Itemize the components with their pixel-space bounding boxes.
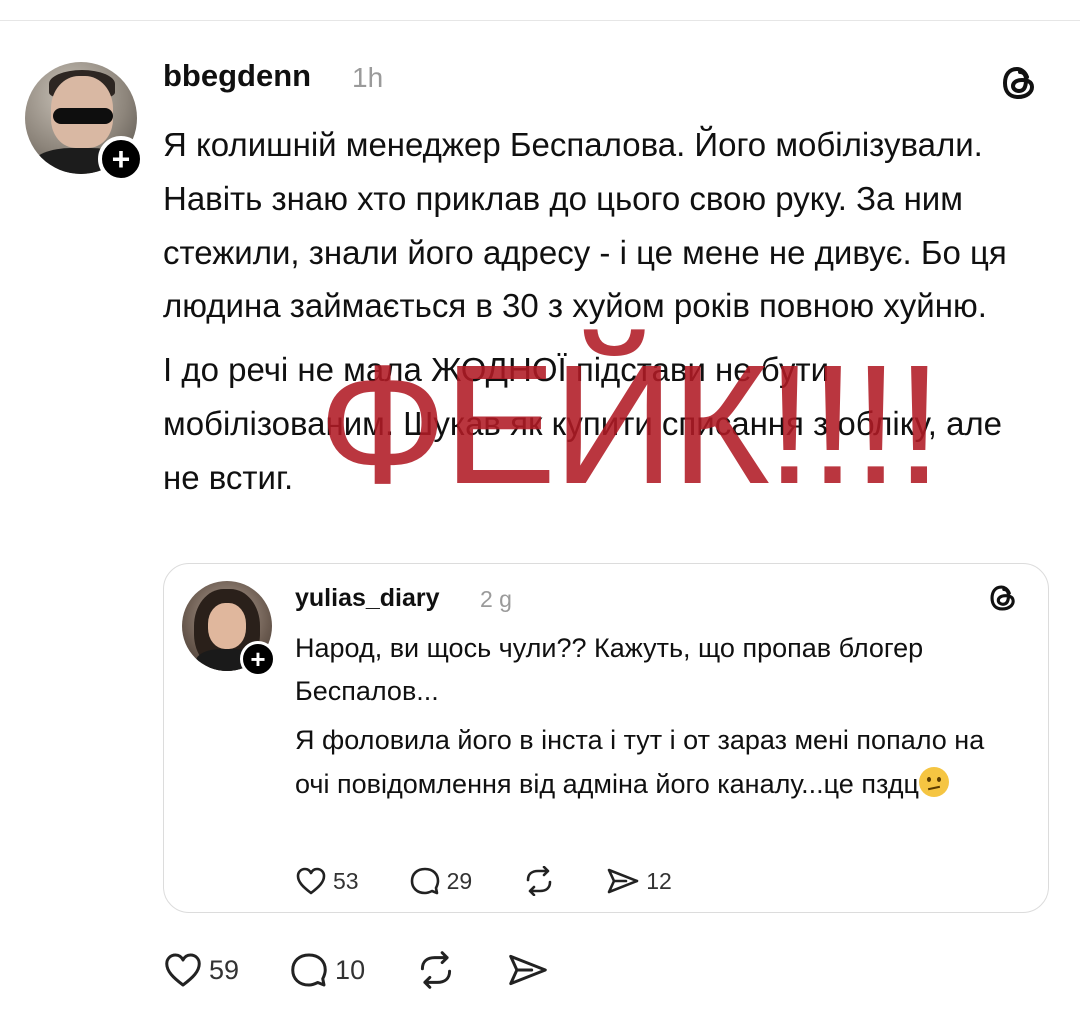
quoted-paragraph: Народ, ви щось чули?? Кажуть, що пропав … bbox=[295, 633, 924, 707]
quoted-share-button[interactable]: 12 bbox=[606, 866, 672, 896]
post-paragraph: Я колишній менеджер Беспалова. Його мобі… bbox=[163, 126, 1007, 325]
quoted-share-count: 12 bbox=[646, 867, 672, 894]
comment-button[interactable]: 10 bbox=[289, 951, 365, 989]
post-username[interactable]: bbegdenn bbox=[163, 58, 311, 94]
quoted-post-body: Народ, ви щось чули?? Кажуть, що пропав … bbox=[295, 627, 1015, 812]
quoted-like-button[interactable]: 53 bbox=[295, 866, 359, 896]
quoted-repost-button[interactable] bbox=[522, 866, 556, 896]
heart-icon bbox=[165, 953, 201, 987]
comment-bubble-icon bbox=[410, 867, 439, 895]
share-button[interactable] bbox=[507, 951, 549, 989]
quoted-like-count: 53 bbox=[333, 867, 359, 894]
quoted-action-bar: 53 29 12 bbox=[295, 866, 722, 896]
quoted-threads-logo-icon[interactable] bbox=[985, 580, 1021, 616]
send-icon bbox=[509, 954, 547, 986]
confused-face-emoji-icon bbox=[918, 766, 949, 797]
quoted-comment-count: 29 bbox=[446, 867, 473, 894]
quoted-author-avatar[interactable]: + bbox=[182, 581, 276, 677]
threads-logo-icon[interactable] bbox=[996, 60, 1042, 106]
quoted-follow-plus-icon[interactable]: + bbox=[240, 641, 276, 677]
send-icon bbox=[607, 868, 639, 894]
post-timestamp: 1h bbox=[352, 62, 384, 93]
heart-icon bbox=[296, 867, 326, 895]
quoted-paragraph: Я фоловила його в інста і тут і от зараз… bbox=[295, 719, 1015, 805]
repost-button[interactable] bbox=[415, 951, 457, 989]
follow-plus-icon[interactable]: + bbox=[98, 136, 144, 182]
repost-icon bbox=[421, 951, 452, 989]
like-count: 59 bbox=[209, 954, 240, 985]
quoted-comment-button[interactable]: 29 bbox=[409, 866, 473, 896]
quoted-timestamp: 2 g bbox=[480, 586, 512, 612]
quoted-paragraph-text: Я фоловила його в інста і тут і от зараз… bbox=[295, 725, 985, 799]
quoted-post-card[interactable]: + yulias_diary 2 g Народ, ви щось чули??… bbox=[163, 563, 1049, 913]
quoted-username[interactable]: yulias_diary bbox=[295, 584, 440, 613]
comment-bubble-icon bbox=[291, 953, 327, 987]
comment-count: 10 bbox=[335, 954, 366, 985]
fake-stamp-overlay: ФЕЙК!!!! bbox=[318, 330, 943, 520]
post-action-bar: 59 10 bbox=[163, 951, 599, 989]
top-divider bbox=[0, 20, 1080, 21]
repost-icon bbox=[526, 866, 552, 896]
author-avatar[interactable]: + bbox=[25, 62, 144, 182]
like-button[interactable]: 59 bbox=[163, 951, 239, 989]
